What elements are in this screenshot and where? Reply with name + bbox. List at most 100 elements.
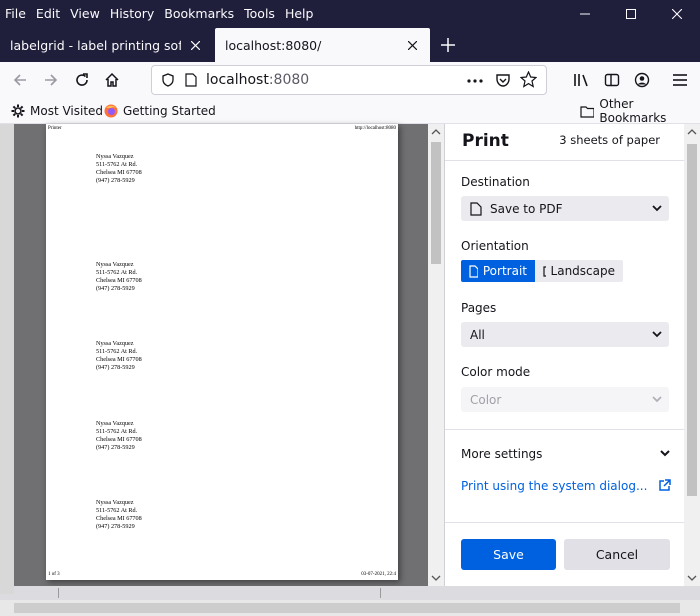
maximize-icon bbox=[626, 9, 636, 19]
landscape-page-icon bbox=[543, 265, 546, 277]
menu-bookmarks-label: Bookmarks bbox=[164, 6, 235, 21]
label-city: Chelsea MI 67708 bbox=[96, 169, 142, 176]
preview-scrollbar[interactable] bbox=[428, 124, 444, 586]
back-button[interactable] bbox=[6, 66, 34, 94]
page-background-strip bbox=[14, 586, 684, 600]
account-icon bbox=[634, 72, 650, 88]
tick-mark bbox=[58, 588, 59, 598]
close-icon bbox=[190, 40, 200, 50]
new-tab-button[interactable] bbox=[436, 33, 460, 57]
menu-view[interactable]: View bbox=[65, 0, 105, 28]
portrait-label: Portrait bbox=[482, 264, 527, 278]
menu-help[interactable]: Help bbox=[280, 0, 319, 28]
tab-localhost[interactable]: localhost:8080/ bbox=[215, 28, 430, 62]
landscape-option[interactable]: Landscape bbox=[535, 260, 623, 282]
close-window-button[interactable] bbox=[654, 0, 700, 28]
divider bbox=[445, 429, 685, 430]
plus-icon bbox=[441, 38, 455, 52]
menu-tools-label: Tools bbox=[244, 6, 275, 21]
address-label: Nyssa Vazquez 511-5762 At Rd. Chelsea MI… bbox=[96, 261, 142, 293]
library-button[interactable] bbox=[568, 66, 596, 94]
label-phone: (947) 278-5929 bbox=[96, 523, 135, 530]
color-mode-label: Color mode bbox=[461, 365, 531, 379]
bookmark-label: Most Visited bbox=[30, 104, 104, 118]
label-city: Chelsea MI 67708 bbox=[96, 356, 142, 363]
menu-edit[interactable]: Edit bbox=[31, 0, 65, 28]
tab-close-button[interactable] bbox=[404, 37, 420, 53]
preview-scrollbar-thumb[interactable] bbox=[431, 142, 441, 264]
account-button[interactable] bbox=[628, 66, 656, 94]
tab-labelgrid[interactable]: labelgrid - label printing software, c bbox=[0, 28, 213, 62]
address-label: Nyssa Vazquez 511-5762 At Rd. Chelsea MI… bbox=[96, 340, 142, 372]
preview-page: Printer http://localhost:8080 Nyssa Vazq… bbox=[46, 124, 398, 580]
url-host: localhost bbox=[206, 72, 269, 88]
more-settings-toggle[interactable]: More settings bbox=[461, 444, 671, 464]
panel-scrollbar-thumb[interactable] bbox=[687, 144, 697, 496]
color-mode-select[interactable]: Color bbox=[461, 387, 669, 412]
url-port: :8080 bbox=[268, 72, 310, 88]
back-arrow-icon bbox=[13, 74, 26, 86]
system-dialog-link[interactable]: Print using the system dialog... bbox=[461, 476, 671, 496]
maximize-button[interactable] bbox=[608, 0, 654, 28]
bookmark-getting-started[interactable]: Getting Started bbox=[104, 98, 216, 124]
bookmark-label: Other Bookmarks bbox=[599, 97, 667, 125]
reload-button[interactable] bbox=[68, 66, 96, 94]
reload-icon bbox=[76, 73, 88, 86]
label-phone: (947) 278-5929 bbox=[96, 444, 135, 451]
shield-icon bbox=[162, 73, 174, 87]
label-phone: (947) 278-5929 bbox=[96, 285, 135, 292]
horizontal-scrollbar-thumb[interactable] bbox=[14, 603, 680, 613]
tab-close-button[interactable] bbox=[187, 37, 203, 53]
sheet-count: 3 sheets of paper bbox=[559, 133, 660, 147]
menu-file[interactable]: File bbox=[0, 0, 31, 28]
orientation-label: Orientation bbox=[461, 239, 529, 253]
print-settings-panel: Print 3 sheets of paper Destination Save… bbox=[444, 124, 685, 586]
horizontal-scrollbar[interactable] bbox=[0, 600, 700, 616]
sidebar-button[interactable] bbox=[598, 66, 626, 94]
label-phone: (947) 278-5929 bbox=[96, 177, 135, 184]
panel-scrollbar[interactable] bbox=[684, 124, 700, 586]
label-street: 511-5762 At Rd. bbox=[96, 161, 138, 168]
page-actions-icon[interactable] bbox=[467, 78, 483, 84]
forward-button[interactable] bbox=[37, 66, 65, 94]
bookmark-most-visited[interactable]: Most Visited bbox=[11, 98, 103, 124]
menu-tools[interactable]: Tools bbox=[239, 0, 280, 28]
external-link-icon bbox=[659, 479, 671, 491]
print-preview-area[interactable]: Printer http://localhost:8080 Nyssa Vazq… bbox=[14, 124, 444, 586]
destination-select[interactable]: Save to PDF bbox=[461, 196, 669, 221]
url-bar[interactable]: localhost:8080 bbox=[151, 65, 547, 95]
bookmark-other-folder[interactable]: Other Bookmarks bbox=[580, 97, 700, 125]
pages-label: Pages bbox=[461, 301, 497, 315]
label-street: 511-5762 At Rd. bbox=[96, 428, 138, 435]
app-menu-button[interactable] bbox=[666, 66, 694, 94]
menu-bar: File Edit View History Bookmarks Tools H… bbox=[0, 0, 318, 28]
scroll-up-icon bbox=[687, 129, 697, 135]
minimize-button[interactable] bbox=[562, 0, 608, 28]
navigation-toolbar: localhost:8080 bbox=[0, 62, 700, 98]
portrait-option[interactable]: Portrait bbox=[461, 260, 535, 282]
scroll-down-icon bbox=[687, 575, 697, 581]
address-label: Nyssa Vazquez 511-5762 At Rd. Chelsea MI… bbox=[96, 153, 142, 185]
label-name: Nyssa Vazquez bbox=[96, 153, 134, 160]
cancel-button[interactable]: Cancel bbox=[564, 539, 670, 570]
label-street: 511-5762 At Rd. bbox=[96, 507, 138, 514]
pages-select[interactable]: All bbox=[461, 322, 669, 347]
home-button[interactable] bbox=[98, 66, 126, 94]
chevron-down-icon bbox=[652, 396, 662, 403]
label-street: 511-5762 At Rd. bbox=[96, 348, 138, 355]
print-preview-content: Printer http://localhost:8080 Nyssa Vazq… bbox=[0, 124, 700, 616]
save-button[interactable]: Save bbox=[461, 539, 556, 570]
tab-label: localhost:8080/ bbox=[225, 37, 322, 53]
sidebar-icon bbox=[604, 73, 620, 87]
star-bookmark-icon[interactable] bbox=[520, 71, 537, 88]
print-title: Print bbox=[462, 131, 509, 151]
menu-history[interactable]: History bbox=[105, 0, 159, 28]
menu-bookmarks[interactable]: Bookmarks bbox=[159, 0, 239, 28]
scroll-up-icon bbox=[431, 129, 441, 135]
chevron-down-icon bbox=[652, 205, 662, 212]
portrait-page-icon bbox=[469, 264, 478, 278]
menu-history-label: History bbox=[109, 6, 155, 21]
window-controls bbox=[562, 0, 700, 28]
url-text: localhost:8080 bbox=[206, 66, 309, 94]
pocket-icon[interactable] bbox=[495, 72, 511, 88]
